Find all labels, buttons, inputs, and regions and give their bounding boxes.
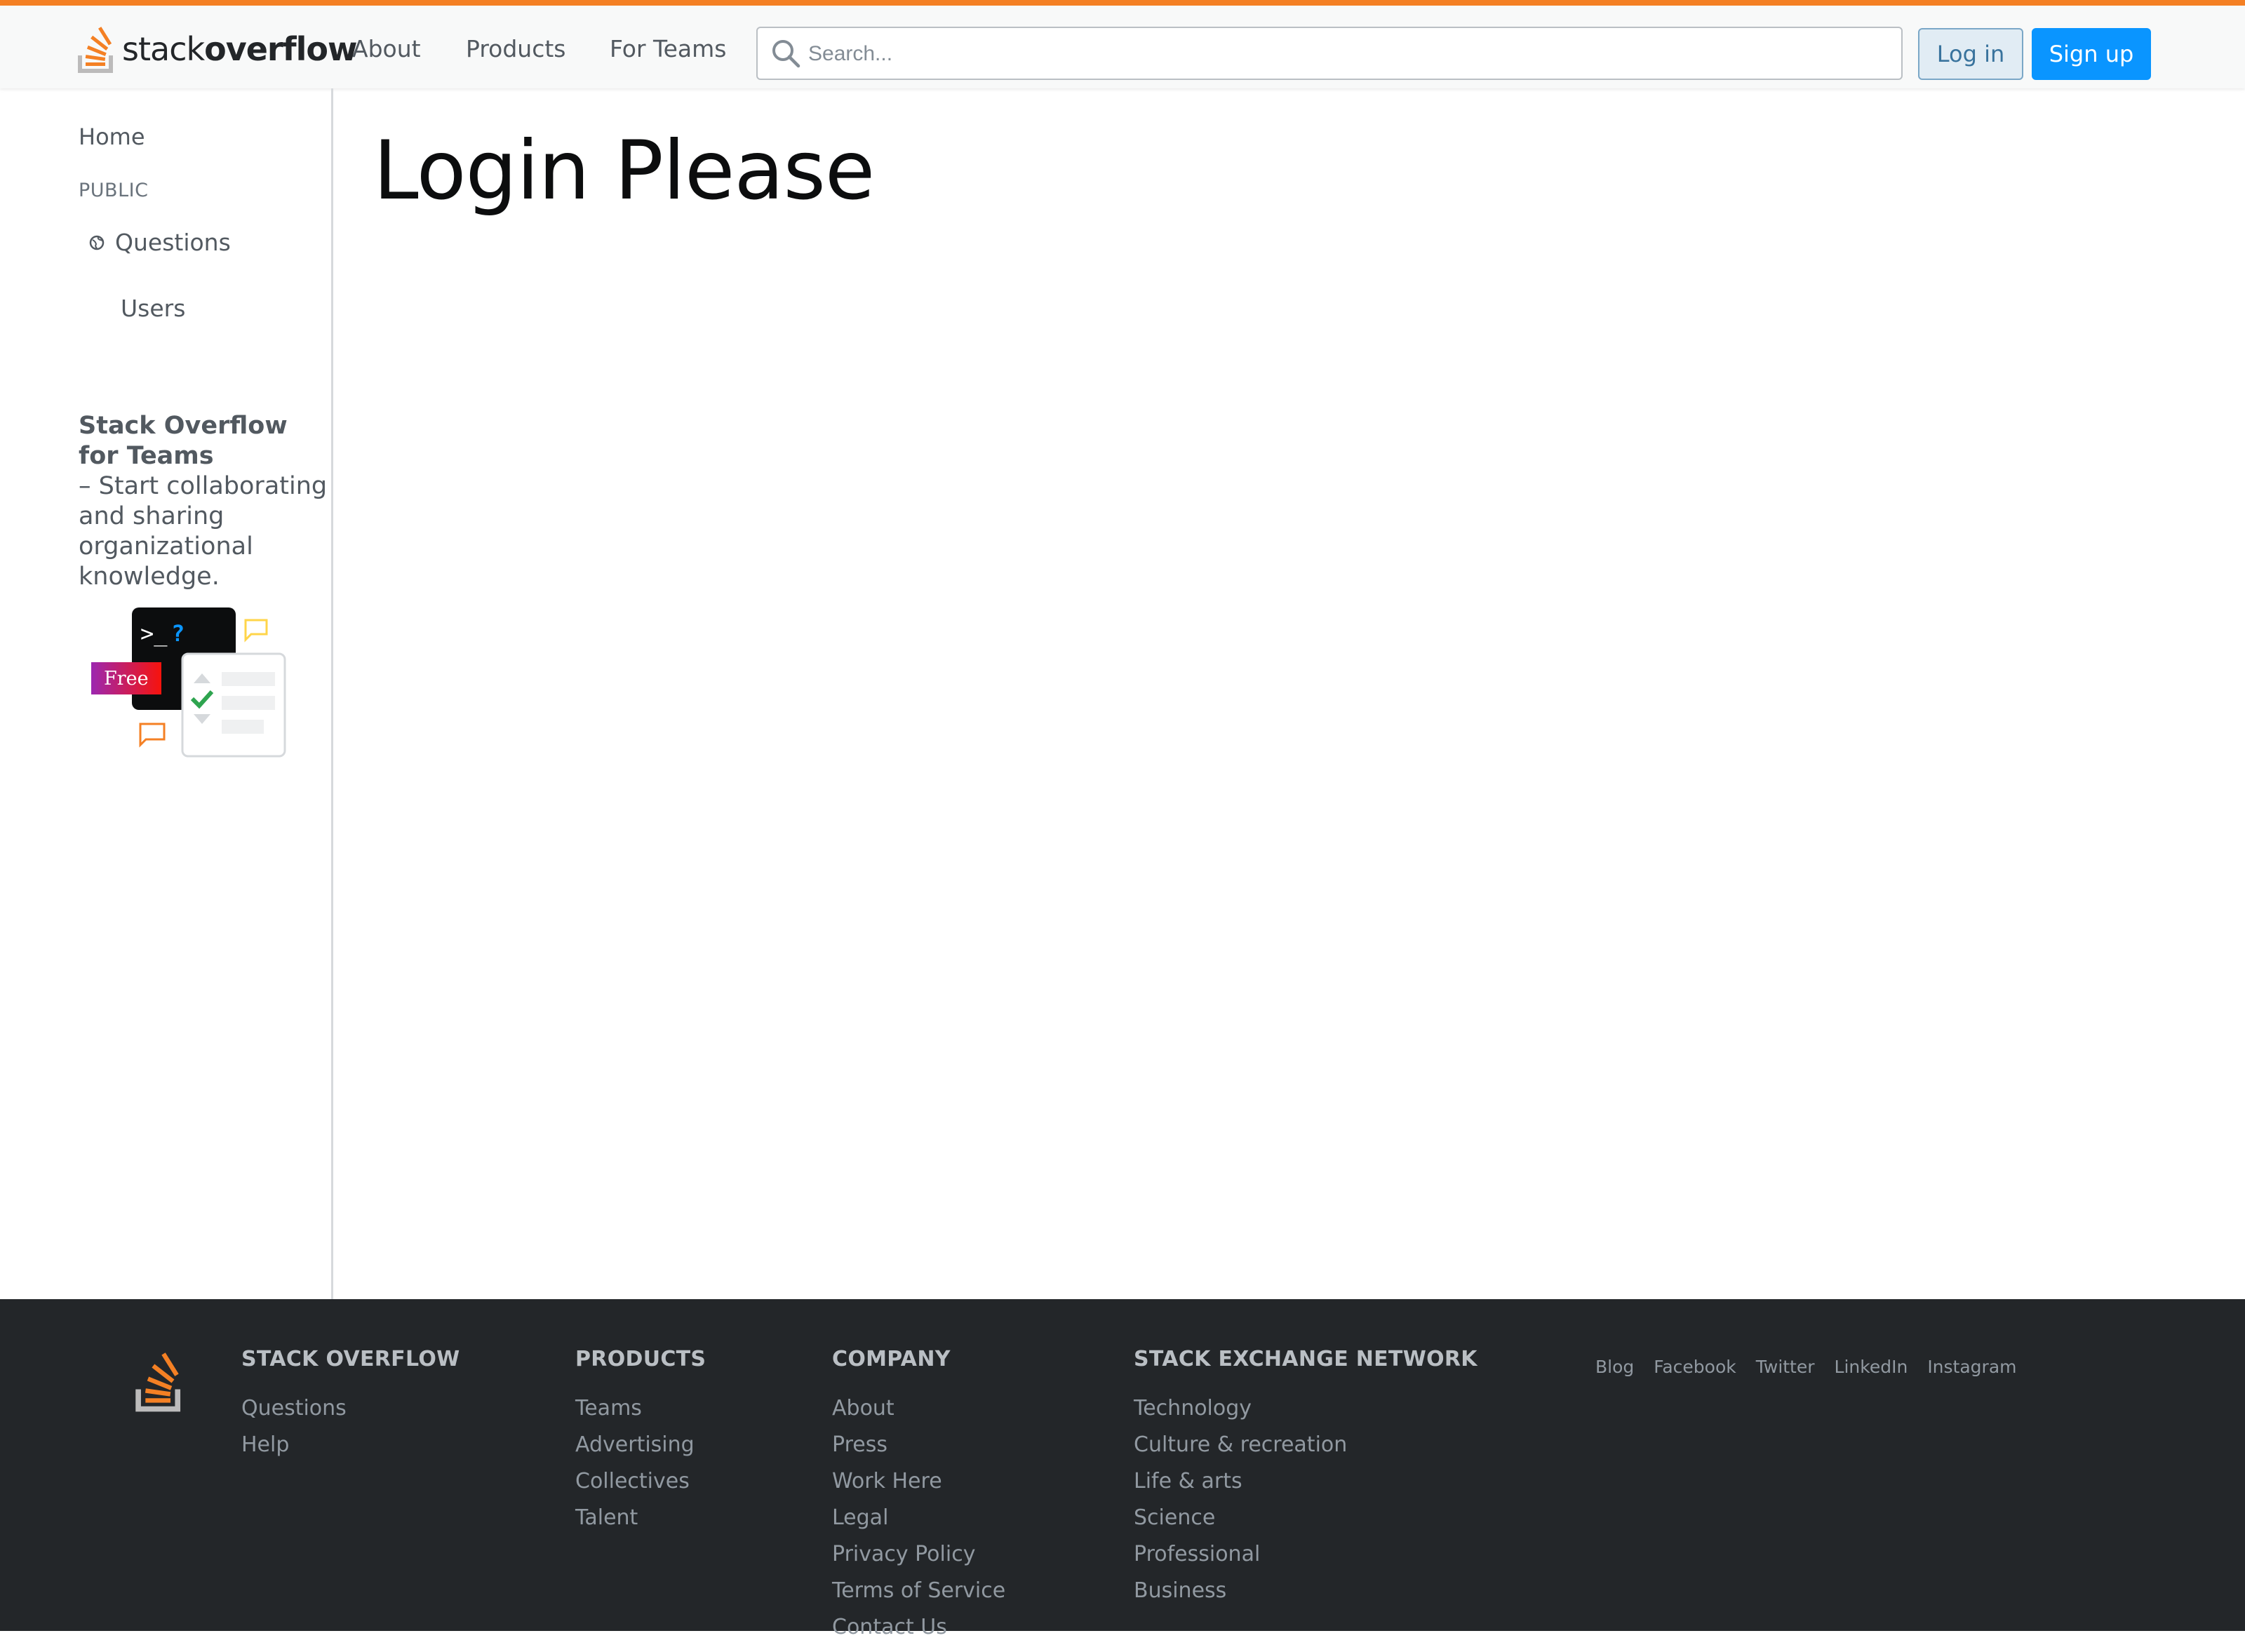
top-bar: stackoverflow About Products For Teams L… bbox=[0, 0, 2245, 88]
social-link-facebook[interactable]: Facebook bbox=[1654, 1357, 1736, 1377]
search-box[interactable] bbox=[756, 27, 1903, 80]
footer-column-products: PRODUCTS Teams Advertising Collectives T… bbox=[575, 1347, 706, 1543]
footer-heading: STACK EXCHANGE NETWORK bbox=[1134, 1347, 1477, 1371]
footer-link[interactable]: Press bbox=[832, 1433, 1005, 1470]
sidebar-item-home[interactable]: Home bbox=[79, 123, 145, 150]
footer-link[interactable]: Privacy Policy bbox=[832, 1543, 1005, 1579]
left-sidebar: Home PUBLIC Questions Users Stack Overfl… bbox=[0, 88, 333, 1299]
site-footer: STACK OVERFLOW Questions Help PRODUCTS T… bbox=[0, 1299, 2245, 1639]
search-input[interactable] bbox=[807, 31, 1890, 77]
stack-overflow-logo[interactable]: stackoverflow bbox=[77, 21, 357, 77]
social-link-linkedin[interactable]: LinkedIn bbox=[1835, 1357, 1908, 1377]
signup-button[interactable]: Sign up bbox=[2032, 28, 2151, 80]
footer-link[interactable]: Life & arts bbox=[1134, 1470, 1477, 1506]
nav-products[interactable]: Products bbox=[466, 35, 566, 62]
nav-for-teams[interactable]: For Teams bbox=[610, 35, 726, 62]
footer-link[interactable]: Help bbox=[241, 1433, 460, 1470]
stack-overflow-logo-icon bbox=[78, 27, 113, 73]
footer-link[interactable]: Work Here bbox=[832, 1470, 1005, 1506]
footer-column-stack-exchange-network: STACK EXCHANGE NETWORK Technology Cultur… bbox=[1134, 1347, 1477, 1616]
footer-link[interactable]: Advertising bbox=[575, 1433, 706, 1470]
nav-about[interactable]: About bbox=[352, 35, 421, 62]
teams-promo-text: – Start collaborating and sharing organi… bbox=[79, 472, 328, 591]
globe-icon bbox=[89, 235, 105, 250]
teams-promo[interactable]: Stack Overflow for Teams – Start collabo… bbox=[79, 411, 331, 592]
sidebar-item-users[interactable]: Users bbox=[121, 295, 185, 322]
footer-link[interactable]: Culture & recreation bbox=[1134, 1433, 1477, 1470]
footer-link[interactable]: Professional bbox=[1134, 1543, 1477, 1579]
footer-heading: STACK OVERFLOW bbox=[241, 1347, 460, 1371]
login-button[interactable]: Log in bbox=[1918, 28, 2023, 80]
logo-wordmark: stackoverflow bbox=[122, 30, 357, 68]
footer-column-stack-overflow: STACK OVERFLOW Questions Help bbox=[241, 1347, 460, 1470]
footer-link[interactable]: Legal bbox=[832, 1506, 1005, 1543]
footer-heading: PRODUCTS bbox=[575, 1347, 706, 1371]
sidebar-section-label: PUBLIC bbox=[79, 180, 149, 201]
footer-link[interactable]: Questions bbox=[241, 1397, 460, 1433]
footer-link[interactable]: Contact Us bbox=[832, 1616, 1005, 1652]
free-badge: Free bbox=[104, 668, 149, 690]
footer-link[interactable]: Science bbox=[1134, 1506, 1477, 1543]
footer-column-company: COMPANY About Press Work Here Legal Priv… bbox=[832, 1347, 1005, 1652]
footer-link[interactable]: Collectives bbox=[575, 1470, 706, 1506]
search-icon bbox=[772, 40, 800, 68]
footer-link[interactable]: Business bbox=[1134, 1579, 1477, 1616]
page-title: Login Please bbox=[373, 123, 875, 218]
sidebar-item-questions[interactable]: Questions bbox=[88, 229, 231, 256]
footer-social-links: Blog Facebook Twitter LinkedIn Instagram bbox=[1595, 1357, 2017, 1377]
terminal-question: ? bbox=[171, 620, 185, 647]
footer-link[interactable]: About bbox=[832, 1397, 1005, 1433]
terminal-prompt: >_ bbox=[140, 620, 168, 647]
teams-illustration: >_ ? Free bbox=[91, 607, 286, 758]
sidebar-item-label: Questions bbox=[115, 229, 231, 256]
footer-link[interactable]: Teams bbox=[575, 1397, 706, 1433]
social-link-instagram[interactable]: Instagram bbox=[1927, 1357, 2016, 1377]
footer-link[interactable]: Technology bbox=[1134, 1397, 1477, 1433]
social-link-twitter[interactable]: Twitter bbox=[1756, 1357, 1815, 1377]
footer-link[interactable]: Talent bbox=[575, 1506, 706, 1543]
social-link-blog[interactable]: Blog bbox=[1595, 1357, 1634, 1377]
stack-overflow-logo-icon[interactable] bbox=[135, 1350, 187, 1413]
teams-promo-title: Stack Overflow for Teams bbox=[79, 412, 288, 470]
footer-link[interactable]: Terms of Service bbox=[832, 1579, 1005, 1616]
footer-heading: COMPANY bbox=[832, 1347, 951, 1371]
